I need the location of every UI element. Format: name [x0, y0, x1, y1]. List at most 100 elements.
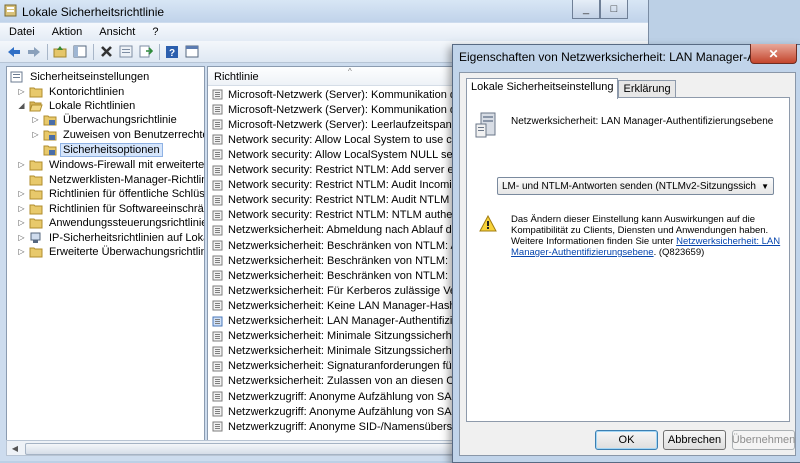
tree-pane[interactable]: Sicherheitseinstellungen ▷ Kontorichtlin… [6, 66, 205, 442]
tree-item-windows-firewall[interactable]: ▷ Windows-Firewall mit erweiterter Sich [17, 157, 204, 172]
expand-icon[interactable]: ▷ [17, 87, 26, 96]
policy-row[interactable]: Network security: Restrict NTLM: NTLM au… [212, 208, 481, 223]
menu-ansicht[interactable]: Ansicht [90, 23, 143, 41]
policy-row[interactable]: Netzwerkzugriff: Anonyme Aufzählung von … [212, 404, 482, 419]
policy-row[interactable]: Network security: Allow Local System to … [212, 132, 482, 147]
warning-icon [479, 215, 497, 232]
scroll-left-icon[interactable]: ◀ [8, 442, 22, 454]
policy-row[interactable]: Network security: Allow LocalSystem NULL… [212, 147, 490, 162]
policy-row[interactable]: Netzwerksicherheit: Abmeldung nach Ablau… [212, 223, 484, 238]
expand-icon[interactable]: ▷ [17, 233, 26, 242]
dropdown-value: LM- und NTLM-Antworten senden (NTLMv2-Si… [502, 181, 756, 192]
menu-aktion[interactable]: Aktion [43, 23, 91, 41]
policy-row[interactable]: Netzwerksicherheit: LAN Manager-Authenti… [212, 314, 486, 329]
tree-item-ip-sicherheit[interactable]: ▷ IP-Sicherheitsrichtlinien auf Lokaler … [17, 230, 204, 245]
policy-row[interactable]: Microsoft-Netzwerk (Server): Kommunikati… [212, 87, 479, 102]
collapse-icon[interactable]: ◢ [17, 101, 26, 110]
policy-row-label: Netzwerksicherheit: Signaturanforderunge… [228, 360, 488, 373]
toolbar-separator [47, 43, 48, 60]
help-icon[interactable]: ? [164, 44, 180, 60]
folder-icon [29, 204, 43, 214]
menu-datei[interactable]: Datei [0, 23, 43, 41]
policy-icon [212, 376, 223, 387]
policy-row-label: Microsoft-Netzwerk (Server): Leerlaufzei… [228, 118, 490, 131]
policy-icon [212, 180, 223, 191]
folder-icon [29, 189, 43, 199]
policy-icon [212, 104, 223, 115]
policy-row[interactable]: Network security: Restrict NTLM: Add ser… [212, 163, 488, 178]
expand-icon[interactable]: ▷ [17, 160, 26, 169]
tree-item-ueberwachungsrichtlinie[interactable]: ▷ Überwachungsrichtlinie [31, 112, 180, 127]
title-bar[interactable]: Lokale Sicherheitsrichtlinie _ □ [0, 0, 648, 22]
policy-row[interactable]: Netzwerkzugriff: Anonyme Aufzählung von … [212, 389, 482, 404]
expand-icon[interactable]: ▷ [17, 218, 26, 227]
expand-icon[interactable]: ▷ [17, 247, 26, 256]
console-icon[interactable] [184, 44, 200, 60]
policy-icon [212, 391, 223, 402]
policy-icon [212, 149, 223, 160]
tree-item-oeffentliche-schluessel[interactable]: ▷ Richtlinien für öffentliche Schlüssel [17, 186, 204, 201]
dialog-title: Eigenschaften von Netzwerksicherheit: LA… [459, 50, 759, 64]
minimize-button[interactable]: _ [572, 0, 600, 19]
policy-icon [212, 255, 223, 266]
properties-dialog: Eigenschaften von Netzwerksicherheit: LA… [452, 44, 800, 463]
policy-selected-icon [212, 316, 223, 326]
tree-item-softwareeinschraenkung[interactable]: ▷ Richtlinien für Softwareeinschränkung [17, 201, 204, 216]
tab-lokale-sicherheitseinstellung[interactable]: Lokale Sicherheitseinstellung [466, 78, 619, 99]
policy-row[interactable]: Netzwerksicherheit: Für Kerberos zulässi… [212, 283, 491, 298]
policy-row[interactable]: Netzwerksicherheit: Minimale Sitzungssic… [212, 344, 479, 359]
properties-icon[interactable] [118, 44, 134, 60]
cancel-button[interactable]: Abbrechen [663, 430, 726, 450]
tree-item-lokale-richtlinien[interactable]: ◢ Lokale Richtlinien [17, 98, 138, 113]
expand-icon[interactable]: ▷ [31, 115, 40, 124]
tree-item-zuweisen-von-benutzerrechten[interactable]: ▷ Zuweisen von Benutzerrechten [31, 127, 204, 142]
window-title: Lokale Sicherheitsrichtlinie [22, 5, 165, 19]
policy-row[interactable]: Netzwerksicherheit: Beschränken von NTLM… [212, 268, 490, 283]
lan-manager-level-dropdown[interactable]: LM- und NTLM-Antworten senden (NTLMv2-Si… [497, 177, 774, 195]
policy-row-label: Netzwerkzugriff: Anonyme SID-/Namensüber… [228, 420, 486, 433]
policy-row-label: Netzwerksicherheit: Minimale Sitzungssic… [228, 330, 480, 343]
up-icon[interactable] [52, 44, 68, 60]
tree-item-netzwerklisten-manager[interactable]: Netzwerklisten-Manager-Richtlinien [17, 172, 204, 187]
policy-row-label: Netzwerksicherheit: LAN Manager-Authenti… [228, 315, 487, 327]
dialog-close-button[interactable]: ✕ [750, 44, 797, 64]
tree-item-sicherheitsoptionen[interactable]: Sicherheitsoptionen [31, 142, 163, 157]
show-hide-tree-icon[interactable] [72, 44, 88, 60]
policy-row[interactable]: Netzwerksicherheit: Keine LAN Manager-Ha… [212, 298, 488, 313]
policy-row[interactable]: Network security: Restrict NTLM: Audit N… [212, 193, 486, 208]
maximize-button[interactable]: □ [600, 0, 628, 19]
expand-icon[interactable]: ▷ [31, 130, 40, 139]
policy-row[interactable]: Network security: Restrict NTLM: Audit I… [212, 178, 482, 193]
policy-row-label: Netzwerksicherheit: Beschränken von NTLM… [228, 269, 490, 282]
policy-row[interactable]: Netzwerksicherheit: Minimale Sitzungssic… [212, 329, 479, 344]
expand-icon[interactable]: ▷ [17, 189, 26, 198]
policy-row-label: Microsoft-Netzwerk (Server): Kommunikati… [228, 88, 479, 101]
tree-item-anwendungssteuerung[interactable]: ▷ Anwendungssteuerungsrichtlinien [17, 215, 204, 230]
policy-row[interactable]: Netzwerksicherheit: Beschränken von NTLM… [212, 253, 492, 268]
policy-row[interactable]: Netzwerksicherheit: Signaturanforderunge… [212, 359, 487, 374]
policy-row[interactable]: Microsoft-Netzwerk (Server): Kommunikati… [212, 102, 479, 117]
apply-button[interactable]: Übernehmen [732, 430, 795, 450]
policy-row-label: Netzwerksicherheit: Keine LAN Manager-Ha… [228, 299, 489, 312]
policy-row[interactable]: Netzwerkzugriff: Anonyme SID-/Namensüber… [212, 419, 485, 434]
folder-lock-icon [43, 145, 57, 155]
policy-row-label: Network security: Restrict NTLM: Audit N… [228, 194, 486, 207]
back-icon[interactable] [6, 44, 22, 60]
policy-row[interactable]: Microsoft-Netzwerk (Server): Leerlaufzei… [212, 117, 490, 132]
policy-row-label: Network security: Allow Local System to … [228, 133, 483, 146]
delete-icon[interactable] [98, 44, 114, 60]
tree-item-kontorichtlinien[interactable]: ▷ Kontorichtlinien [17, 84, 127, 99]
tree-item-erweiterte-ueberwachung[interactable]: ▷ Erweiterte Überwachungsrichtlinienko [17, 244, 204, 259]
tree-item-sicherheitseinstellungen[interactable]: Sicherheitseinstellungen [10, 69, 152, 84]
chevron-down-icon: ▼ [761, 182, 769, 191]
policy-icon [212, 300, 223, 311]
ok-button[interactable]: OK [595, 430, 658, 450]
policy-row[interactable]: Netzwerksicherheit: Zulassen von an dies… [212, 374, 491, 389]
menu-help[interactable]: ? [143, 23, 166, 41]
forward-icon[interactable] [26, 44, 42, 60]
policy-icon [212, 210, 223, 221]
expand-icon[interactable]: ▷ [17, 204, 26, 213]
folder-icon [29, 175, 43, 185]
export-icon[interactable] [138, 44, 154, 60]
policy-row[interactable]: Netzwerksicherheit: Beschränken von NTLM… [212, 238, 488, 253]
